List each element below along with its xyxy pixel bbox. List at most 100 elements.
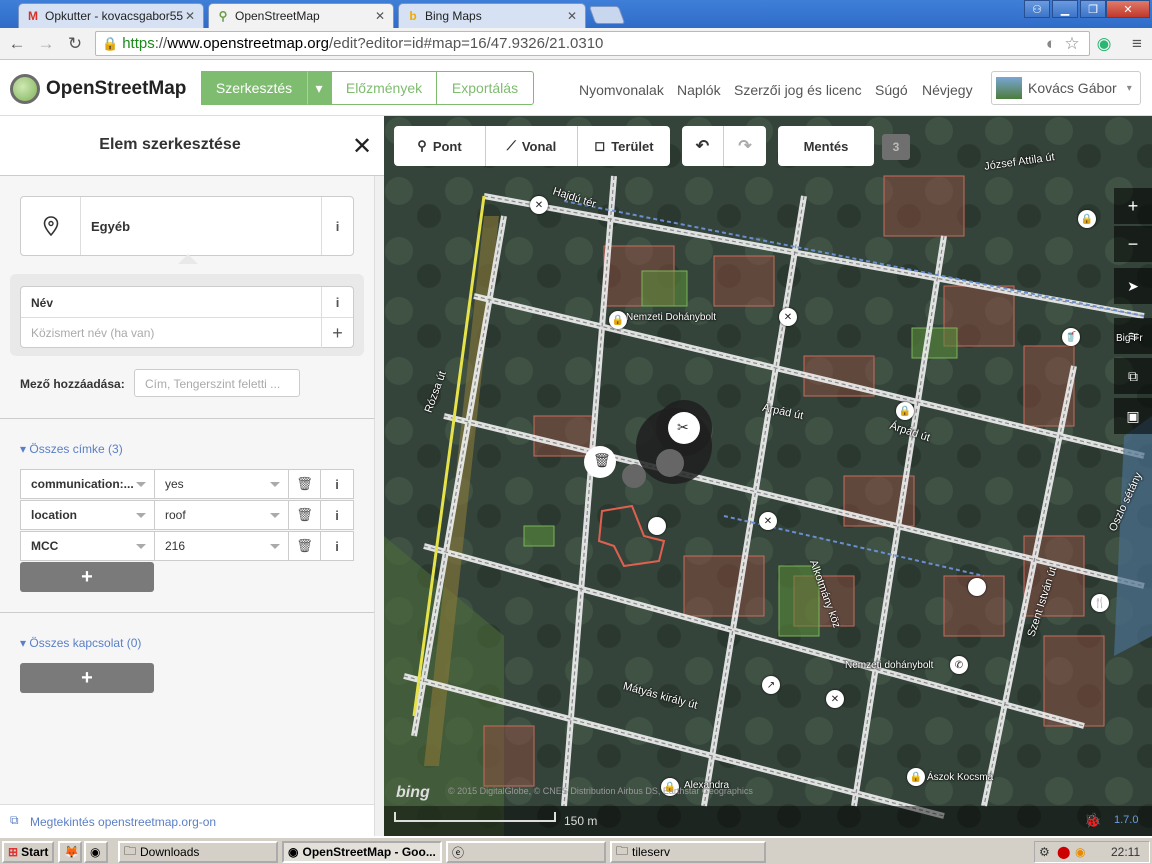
tags-section-toggle[interactable]: ▾ Összes címke (3) — [20, 442, 123, 456]
info-icon[interactable]: i — [321, 470, 353, 498]
poi-pin[interactable]: ↗ — [762, 676, 780, 694]
user-icon[interactable]: ⚇ — [1024, 0, 1050, 18]
info-icon[interactable]: i — [321, 197, 353, 255]
grammarly-icon[interactable]: ◉ — [1093, 33, 1115, 55]
info-icon[interactable]: i — [321, 501, 353, 529]
close-tab-icon[interactable]: ✕ — [183, 9, 197, 23]
poi-pin[interactable]: ✕ — [530, 196, 548, 214]
add-area-button[interactable]: ◻ Terület — [578, 126, 670, 166]
info-icon[interactable]: i — [321, 287, 353, 317]
view-on-osm-link[interactable]: Megtekintés openstreetmap.org-on — [30, 815, 216, 829]
tray-icon[interactable]: ◉ — [1075, 845, 1085, 859]
relations-section-toggle[interactable]: ▾ Összes kapcsolat (0) — [20, 636, 141, 650]
taskbar-item-ie[interactable]: ⓔ — [446, 841, 606, 863]
tag-key-input[interactable]: MCC — [21, 532, 155, 560]
map-footer: bing © 2015 DigitalGlobe, © CNES Distrib… — [384, 784, 1152, 836]
nav-help[interactable]: Súgó — [875, 82, 908, 98]
sidebar-scrollbar[interactable] — [374, 176, 384, 836]
poi-pin[interactable]: 🔒 — [907, 768, 925, 786]
osm-logo[interactable]: OpenStreetMap — [10, 74, 186, 104]
taskbar-item-downloads[interactable]: 🗀 Downloads — [118, 841, 278, 863]
map-canvas[interactable]: 🗑 ✂ ⚲ Pont ⟋ Vonal ◻ Terület ↶ ↷ Mentés 3 +… — [384, 116, 1152, 836]
trash-icon[interactable]: 🗑 — [289, 532, 321, 560]
address-bar[interactable]: 🔒 https://www.openstreetmap.org/edit?edi… — [95, 31, 1090, 56]
firefox-quicklaunch-icon[interactable]: 🦊 — [58, 841, 82, 863]
reload-icon[interactable]: ↻ — [64, 33, 86, 55]
chrome-quicklaunch-icon[interactable]: ◉ — [84, 841, 108, 863]
start-button[interactable]: ⊞ Start — [2, 841, 54, 863]
close-tab-icon[interactable]: ✕ — [565, 9, 579, 23]
close-icon[interactable]: ✕ — [352, 132, 372, 161]
poi-pin[interactable]: ✕ — [826, 690, 844, 708]
trash-icon[interactable]: 🗑 — [289, 470, 321, 498]
add-localized-name-icon[interactable]: + — [321, 318, 353, 348]
edit-button[interactable]: Szerkesztés — [201, 71, 307, 105]
poi-pin[interactable]: 🔒 — [1078, 210, 1096, 228]
nav-copyright[interactable]: Szerzői jog és licenc — [734, 82, 862, 98]
preset-selector[interactable]: Egyéb i — [20, 196, 354, 256]
tag-key-input[interactable]: location — [21, 501, 155, 529]
add-tag-button[interactable]: + — [20, 562, 154, 592]
new-tab-button[interactable] — [588, 6, 626, 24]
geolocate-icon[interactable]: ➤ — [1114, 268, 1152, 304]
minimize-button[interactable]: ▁ — [1052, 0, 1078, 18]
tag-value: 216 — [165, 539, 186, 553]
poi-pin[interactable] — [968, 578, 986, 596]
restore-button[interactable]: ❐ — [1080, 0, 1106, 18]
export-button[interactable]: Exportálás — [437, 71, 534, 105]
save-button[interactable]: Mentés — [778, 126, 874, 166]
help-icon[interactable]: ▣ — [1114, 398, 1152, 434]
bug-report-icon[interactable]: 🐞 — [1084, 812, 1101, 829]
tab-bing[interactable]: b Bing Maps ✕ — [398, 3, 586, 28]
trash-icon[interactable]: 🗑 — [289, 501, 321, 529]
name-input[interactable]: Közismert név (ha van) — [31, 326, 154, 340]
delete-icon[interactable]: 🗑 — [593, 452, 611, 469]
zoom-out-icon[interactable]: − — [1114, 226, 1152, 262]
back-icon[interactable]: ← — [6, 33, 28, 55]
poi-pin[interactable]: ✕ — [759, 512, 777, 530]
tags-section-label: Összes címke (3) — [29, 442, 123, 456]
tag-value-input[interactable]: roof — [155, 501, 289, 529]
info-icon[interactable]: i — [321, 532, 353, 560]
poi-pin[interactable]: 🥤 — [1062, 328, 1080, 346]
tag-key-input[interactable]: communication:... — [21, 470, 155, 498]
taskbar-item-tileserv[interactable]: 🗀 tileserv — [610, 841, 766, 863]
user-menu[interactable]: Kovács Gábor ▾ — [991, 71, 1141, 105]
add-line-button[interactable]: ⟋ Vonal — [486, 126, 578, 166]
tab-openstreetmap[interactable]: ⚲ OpenStreetMap ✕ — [208, 3, 394, 28]
imagery-attribution[interactable]: © 2015 DigitalGlobe, © CNES Distribution… — [448, 786, 753, 796]
menu-icon[interactable]: ≡ — [1126, 33, 1148, 55]
tag-value-input[interactable]: 216 — [155, 532, 289, 560]
nav-diaries[interactable]: Naplók — [677, 82, 721, 98]
history-button[interactable]: Előzmények — [331, 71, 437, 105]
taskbar-item-chrome[interactable]: ◉ OpenStreetMap - Goo... — [282, 841, 442, 863]
close-window-button[interactable]: ✕ — [1106, 0, 1150, 18]
redo-icon[interactable]: ↷ — [724, 126, 766, 166]
tray-icon[interactable]: ⚙ — [1039, 845, 1050, 859]
add-point-button[interactable]: ⚲ Pont — [394, 126, 486, 166]
nav-about[interactable]: Névjegy — [922, 82, 973, 98]
scissors-icon[interactable]: ✂ — [677, 419, 689, 436]
tab-gmail[interactable]: M Opkutter - kovacsgabor55@ ✕ — [18, 3, 204, 28]
poi-pin[interactable]: ✆ — [950, 656, 968, 674]
tag-value-input[interactable]: yes — [155, 470, 289, 498]
poi-pin[interactable]: 🔒 — [896, 402, 914, 420]
nav-gps-traces[interactable]: Nyomvonalak — [579, 82, 664, 98]
poi-pin[interactable]: ✕ — [779, 308, 797, 326]
extension-icon[interactable]: ◐ — [1040, 33, 1062, 55]
tray-icon[interactable]: ⬤ — [1057, 845, 1070, 859]
edit-dropdown-icon[interactable]: ▾ — [307, 71, 331, 105]
undo-icon[interactable]: ↶ — [682, 126, 724, 166]
zoom-in-icon[interactable]: + — [1114, 188, 1152, 224]
close-tab-icon[interactable]: ✕ — [373, 9, 387, 23]
forward-icon[interactable]: → — [35, 33, 57, 55]
clock[interactable]: 22:11 — [1111, 845, 1140, 859]
version-link[interactable]: 1.7.0 — [1114, 814, 1138, 826]
add-relation-button[interactable]: + — [20, 663, 154, 693]
map-data-icon[interactable]: ⧉ — [1114, 358, 1152, 394]
poi-pin[interactable]: 🍴 — [1091, 594, 1109, 612]
add-field-combo[interactable]: Cím, Tengerszint feletti ... — [134, 369, 300, 397]
bookmark-star-icon[interactable]: ☆ — [1061, 33, 1083, 55]
selected-node-pin[interactable] — [648, 517, 666, 535]
poi-pin[interactable]: 🔒 — [609, 311, 627, 329]
